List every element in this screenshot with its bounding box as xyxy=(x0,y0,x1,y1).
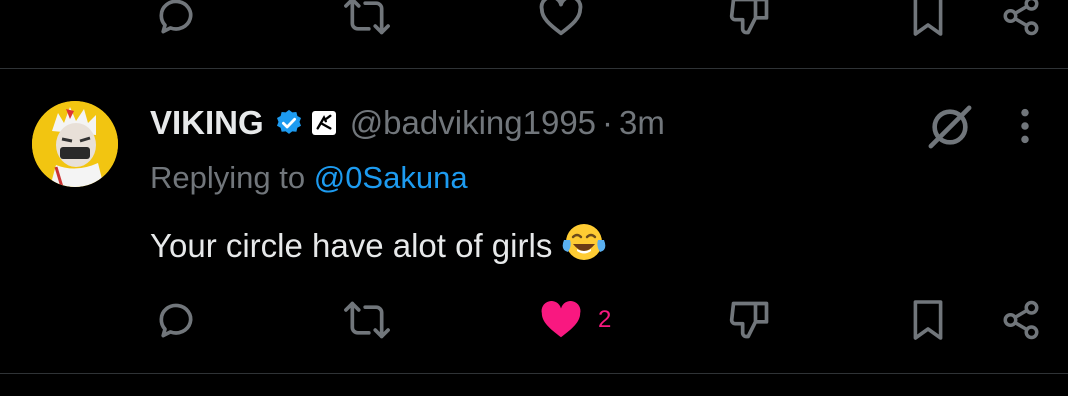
share-button[interactable] xyxy=(1000,290,1042,350)
divider-bottom xyxy=(0,373,1068,374)
timestamp[interactable]: 3m xyxy=(619,104,665,142)
prev-dislike-button[interactable] xyxy=(728,0,772,46)
reply-icon xyxy=(159,303,193,338)
replying-to-label: Replying to xyxy=(150,160,306,195)
grok-icon xyxy=(928,105,972,149)
reply-button[interactable] xyxy=(154,290,198,350)
liked-heart-icon xyxy=(541,301,581,338)
prev-share-button[interactable] xyxy=(1000,0,1042,46)
tweet-header: VIKING @badviking1995 · 3m xyxy=(150,103,665,143)
bookmark-icon xyxy=(913,300,943,340)
affiliate-badge-icon[interactable] xyxy=(311,111,336,135)
avatar[interactable] xyxy=(32,101,118,187)
prev-retweet-button[interactable] xyxy=(343,0,391,46)
prev-reply-button[interactable] xyxy=(154,0,198,46)
prev-like-button[interactable] xyxy=(538,0,584,46)
avatar-image xyxy=(32,101,118,187)
retweet-button[interactable] xyxy=(343,290,391,350)
like-icon xyxy=(539,0,583,36)
bookmark-button[interactable] xyxy=(910,290,946,350)
tweet-body: Your circle have alot of girls xyxy=(150,227,553,264)
more-options-button[interactable] xyxy=(1012,106,1038,151)
retweet-icon xyxy=(344,0,390,35)
replying-to-line: Replying to @0Sakuna xyxy=(150,160,468,196)
tears-of-joy-emoji-icon xyxy=(562,222,606,270)
verified-badge-icon xyxy=(274,108,304,138)
prev-tweet-action-bar xyxy=(0,0,1068,46)
dislike-button[interactable] xyxy=(728,290,772,350)
share-icon xyxy=(1003,0,1039,36)
dislike-icon xyxy=(729,0,769,35)
reply-icon xyxy=(159,0,193,34)
replying-to-mention[interactable]: @0Sakuna xyxy=(314,160,468,195)
bookmark-icon xyxy=(913,0,943,36)
retweet-icon xyxy=(344,301,390,339)
tweet-action-bar: 2 xyxy=(0,290,1068,350)
divider-top xyxy=(0,68,1068,69)
share-icon xyxy=(1003,300,1039,340)
tweet-text: Your circle have alot of girls xyxy=(150,222,606,270)
dislike-icon xyxy=(729,301,769,339)
prev-bookmark-button[interactable] xyxy=(910,0,946,46)
username-handle[interactable]: @badviking1995 xyxy=(350,104,596,142)
grok-button[interactable] xyxy=(925,104,975,155)
more-vertical-icon xyxy=(1021,108,1029,144)
like-button[interactable]: 2 xyxy=(538,290,611,350)
separator-dot: · xyxy=(602,104,614,141)
display-name[interactable]: VIKING xyxy=(150,104,264,142)
like-count: 2 xyxy=(598,306,612,333)
